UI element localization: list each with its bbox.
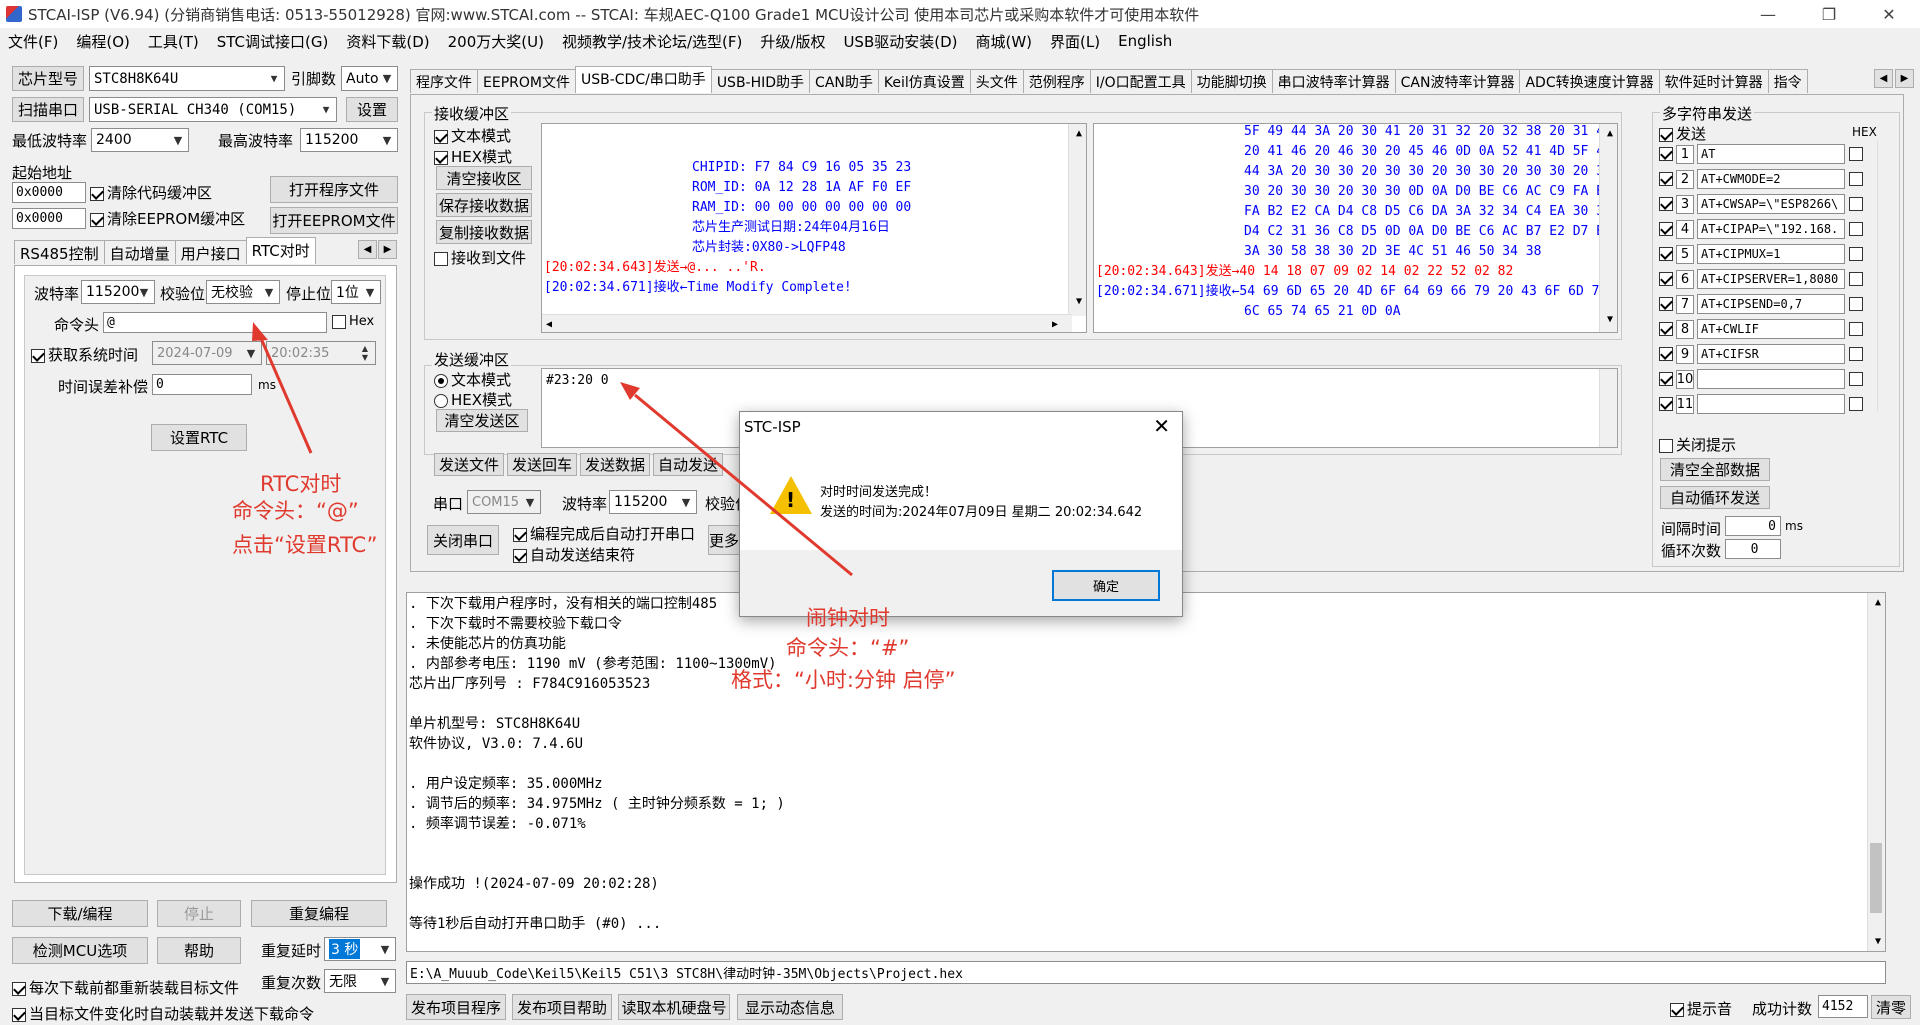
rtc-note-1: RTC对时 xyxy=(260,472,342,496)
rtc-note-3: 点击“设置RTC” xyxy=(232,533,378,557)
rtc-arrow-head xyxy=(252,322,268,341)
rtc-arrow-line xyxy=(258,335,313,454)
alarm-note-2: 命令头：“#” xyxy=(786,636,910,660)
alarm-note-1: 闹钟对时 xyxy=(806,606,890,630)
alarm-arrow-line xyxy=(634,393,853,577)
rtc-note-2: 命令头：“@” xyxy=(232,499,359,523)
alarm-note-3: 格式：“小时:分钟 启停” xyxy=(731,668,956,692)
